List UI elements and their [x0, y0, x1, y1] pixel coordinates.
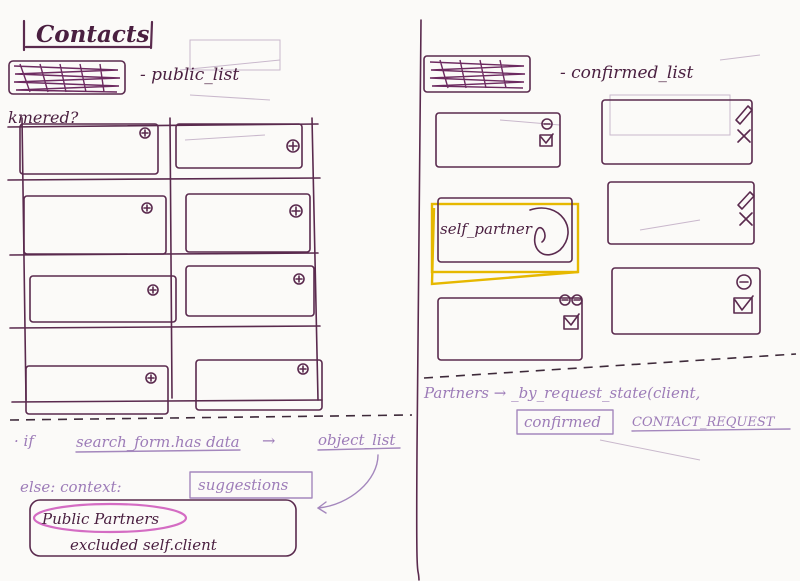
add-contact-icon[interactable]: [139, 127, 151, 139]
public-partners-box: Public Partners excluded self.client: [29, 499, 297, 557]
public-card[interactable]: [23, 195, 167, 255]
if-target: object_list: [318, 431, 396, 449]
confirmed-card[interactable]: [607, 181, 755, 245]
contact-request-label: CONTACT_REQUEST: [632, 415, 776, 430]
page-title: Contacts: [36, 21, 150, 48]
public-card[interactable]: [175, 123, 303, 169]
edit-pencil-icon[interactable]: [735, 105, 753, 125]
edit-pencil-icon[interactable]: [737, 191, 755, 210]
public-card[interactable]: [185, 265, 315, 317]
public-card[interactable]: [19, 123, 159, 175]
public-card[interactable]: [195, 359, 323, 411]
add-contact-icon[interactable]: [286, 139, 300, 153]
delete-cross-icon[interactable]: [739, 212, 753, 226]
suggestions-label: suggestions: [198, 476, 289, 494]
right-dashed-separator: [423, 353, 797, 379]
remove-contact-icon[interactable]: [736, 274, 752, 290]
public-card[interactable]: [185, 193, 311, 253]
public-card[interactable]: [25, 365, 169, 415]
confirm-checkbox-icon[interactable]: [563, 313, 580, 330]
add-contact-icon[interactable]: [293, 273, 305, 285]
center-divider: [415, 19, 422, 581]
sketch-canvas: Contacts - public_list kmered? · if sear…: [7, 19, 797, 581]
else-prefix: else: context:: [20, 478, 122, 496]
confirmed-card[interactable]: [437, 294, 583, 361]
confirm-checkbox-icon[interactable]: [539, 133, 554, 147]
left-dashed-separator: [9, 414, 413, 421]
public-card[interactable]: [29, 275, 177, 323]
self-partner-card[interactable]: self_partner: [430, 197, 580, 286]
confirmed-box: confirmed: [516, 409, 614, 435]
remove-contact-icon[interactable]: [559, 294, 583, 306]
partners-line: Partners → _by_request_state(client,: [423, 384, 700, 402]
page-title-box: Contacts: [22, 19, 154, 52]
public-partners-label: Public Partners: [41, 510, 159, 528]
add-contact-icon[interactable]: [147, 284, 159, 296]
if-condition: search_form.has data: [76, 433, 240, 451]
suggestions-box: suggestions: [189, 471, 313, 499]
add-contact-icon[interactable]: [145, 372, 157, 384]
public-list-logo: [8, 60, 126, 95]
remove-contact-icon[interactable]: [541, 118, 553, 130]
confirmed-list-logo: [423, 55, 531, 93]
excluded-label: excluded self.client: [70, 536, 218, 554]
right-notes: Partners → _by_request_state(client, con…: [423, 384, 791, 435]
if-prefix: · if: [14, 432, 36, 450]
add-contact-icon[interactable]: [289, 204, 303, 218]
left-panel: Contacts - public_list kmered? · if sear…: [7, 19, 413, 557]
add-contact-icon[interactable]: [297, 363, 309, 375]
confirmed-card[interactable]: [611, 267, 761, 335]
confirmed-card[interactable]: [435, 112, 561, 168]
delete-cross-icon[interactable]: [737, 129, 751, 143]
left-notes: · if search_form.has data → object_list …: [14, 431, 401, 557]
self-partner-label: self_partner: [440, 220, 533, 238]
confirmed-label: confirmed: [524, 413, 601, 431]
confirmed-list-label: - confirmed_list: [560, 63, 693, 83]
public-list-label: - public_list: [140, 65, 239, 85]
confirm-checkbox-icon[interactable]: [733, 295, 754, 314]
add-contact-icon[interactable]: [141, 202, 153, 214]
if-arrow: →: [262, 431, 275, 450]
